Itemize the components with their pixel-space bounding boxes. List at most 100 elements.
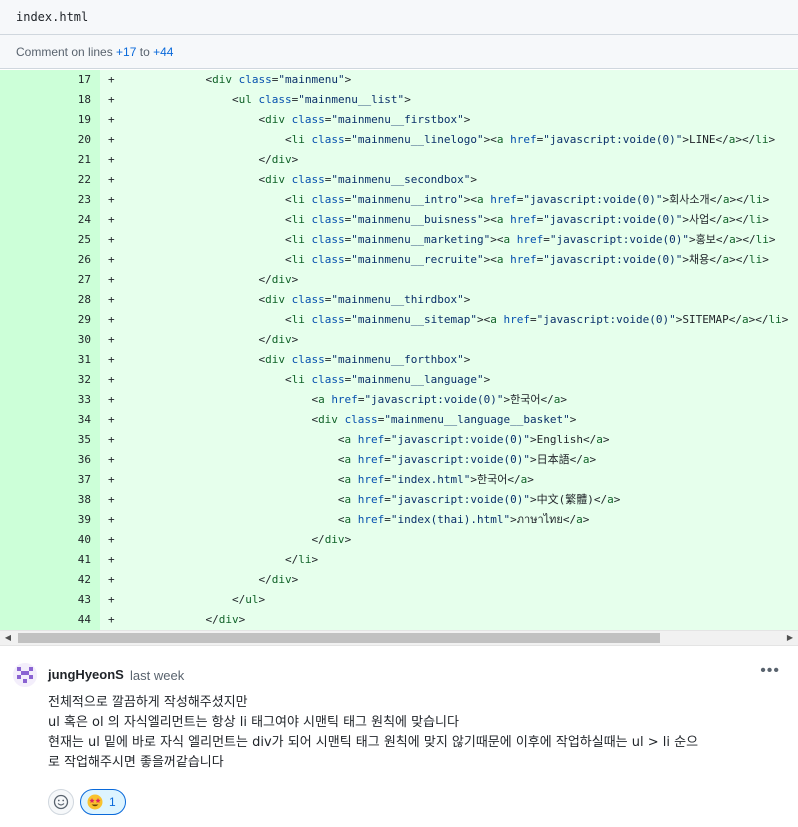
diff-line[interactable]: 27 + </div> [0,270,798,290]
line-number[interactable]: 30 [0,330,100,350]
avatar[interactable] [13,663,37,687]
diff-line[interactable]: 26 + <li class="mainmenu__recruite"><a hr… [0,250,798,270]
diff-line[interactable]: 36 + <a href="javascript:voide(0)">日本語</a… [0,450,798,470]
diff-line[interactable]: 18 + <ul class="mainmenu__list"> [0,90,798,110]
code-token: li [755,133,769,146]
code-token: < [337,453,345,466]
line-number[interactable]: 25 [0,230,100,250]
line-number[interactable]: 33 [0,390,100,410]
diff-line[interactable]: 22 + <div class="mainmenu__secondbox"> [0,170,798,190]
line-number[interactable]: 17 [0,70,100,90]
scrollbar-thumb[interactable] [18,633,660,643]
line-number[interactable]: 21 [0,150,100,170]
diff-line[interactable]: 43 + </ul> [0,590,798,610]
line-number[interactable]: 42 [0,570,100,590]
code-token: a [729,233,736,246]
line-number[interactable]: 22 [0,170,100,190]
kebab-horizontal-icon[interactable]: ••• [760,662,780,680]
diff-line[interactable]: 17 + <div class="mainmenu"> [0,70,798,90]
scroll-right-icon[interactable]: ▶ [782,631,798,645]
code-token: class [291,173,325,186]
diff-line[interactable]: 32 + <li class="mainmenu__language"> [0,370,798,390]
code-token: a [596,433,603,446]
line-number[interactable]: 39 [0,510,100,530]
line-number[interactable]: 28 [0,290,100,310]
code-token: div [271,273,292,286]
line-number[interactable]: 38 [0,490,100,510]
code-token: "mainmenu__recruite" [351,253,484,266]
diff-line[interactable]: 30 + </div> [0,330,798,350]
diff-line[interactable]: 33 + <a href="javascript:voide(0)">한국어</a… [0,390,798,410]
diff-line[interactable]: 35 + < a href="javascript:voide(0)">Englis… [0,430,798,450]
line-number[interactable]: 44 [0,610,100,630]
diff-line[interactable]: 37 + <a href="index.html">한국어</a> [0,470,798,490]
diff-line[interactable]: 20 + <li class="mainmenu__linelogo"><a hr… [0,130,798,150]
comment-on-lines: Comment on lines +17 to +44 [0,35,798,69]
code-token: class [311,233,345,246]
line-number[interactable]: 43 [0,590,100,610]
code-token: > [768,233,776,246]
diff-line[interactable]: 34 + <div class="mainmenu__language__bask… [0,410,798,430]
line-number[interactable]: 20 [0,130,100,150]
code-token: >홍보</ [688,233,730,246]
code-token: < [490,213,497,226]
diff-line[interactable]: 24 + <li class="mainmenu__buisness"><a hr… [0,210,798,230]
code-token: "index.html" [390,473,471,486]
comment-time[interactable]: last week [130,668,184,683]
line-number[interactable]: 32 [0,370,100,390]
line-number[interactable]: 40 [0,530,100,550]
diff-line[interactable]: 39 + < a href="index(thai).html">ภาษาไทย</… [0,510,798,530]
line-number[interactable]: 23 [0,190,100,210]
code-token: class [311,193,345,206]
line-number[interactable]: 27 [0,270,100,290]
scroll-left-icon[interactable]: ◀ [0,631,16,645]
line-number[interactable]: 35 [0,430,100,450]
line-number[interactable]: 31 [0,350,100,370]
file-name[interactable]: index.html [16,10,88,24]
comment-author[interactable]: jungHyeonS [48,667,124,682]
line-number[interactable]: 37 [0,470,100,490]
line-code: <a href="index.html">한국어</a> [126,470,798,490]
line-number[interactable]: 34 [0,410,100,430]
diff-line[interactable]: 31 + <div class="mainmenu__forthbox"> [0,350,798,370]
diff-line[interactable]: 44 + </div> [0,610,798,630]
diff-line[interactable]: 38 + < a href="javascript:voide(0)">中文(繁體)… [0,490,798,510]
diff-line[interactable]: 41 + </li> [0,550,798,570]
diff-line[interactable]: 21 + </div> [0,150,798,170]
diff-line[interactable]: 25 + <li class="mainmenu__marketing"><a h… [0,230,798,250]
diff-line[interactable]: 28 + <div class="mainmenu__thirdbox"> [0,290,798,310]
reaction-hooray[interactable]: 1 [80,789,126,815]
horizontal-scrollbar[interactable]: ◀ ▶ [0,630,798,646]
code-token: ></ [735,133,756,146]
code-token: "mainmenu__buisness" [351,213,484,226]
addition-marker: + [100,130,126,150]
line-number[interactable]: 18 [0,90,100,110]
diff-line[interactable]: 19 + <div class="mainmenu__firstbox"> [0,110,798,130]
code-token: > [344,73,352,86]
line-number[interactable]: 19 [0,110,100,130]
line-number[interactable]: 29 [0,310,100,330]
line-range-start[interactable]: +17 [116,45,136,59]
addition-marker: + [100,110,126,130]
diff-line[interactable]: 40 + </div> [0,530,798,550]
code-token: > [291,153,299,166]
diff-line[interactable]: 29 + <li class="mainmenu__sitemap"><a hre… [0,310,798,330]
diff-line[interactable]: 42 + </div> [0,570,798,590]
line-number[interactable]: 41 [0,550,100,570]
line-number[interactable]: 26 [0,250,100,270]
add-reaction-button[interactable] [48,789,74,815]
addition-marker: + [100,610,126,630]
code-token: > [344,533,352,546]
line-code: <div class="mainmenu__forthbox"> [126,350,798,370]
line-range-end[interactable]: +44 [153,45,173,59]
line-number[interactable]: 24 [0,210,100,230]
diff-line[interactable]: 23 + <li class="mainmenu__intro"><a href=… [0,190,798,210]
line-number[interactable]: 36 [0,450,100,470]
